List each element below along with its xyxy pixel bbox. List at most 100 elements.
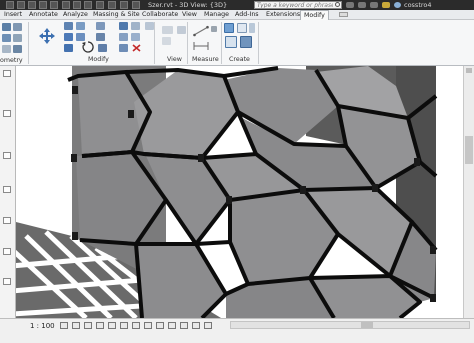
create-parts-icon[interactable] <box>237 23 247 33</box>
search-box[interactable] <box>254 1 342 9</box>
tab-add-ins[interactable]: Add-Ins <box>235 10 259 19</box>
ribbon-toggle-icon[interactable] <box>339 12 348 17</box>
close-windows-qat-icon[interactable] <box>120 1 128 9</box>
sun-path-icon[interactable] <box>84 322 92 329</box>
visual-style-icon[interactable] <box>72 322 80 329</box>
ribbon-tabs: Insert Annotate Analyze Massing & Site C… <box>0 10 474 20</box>
panel-expand-icon[interactable] <box>3 152 11 159</box>
panel-separator <box>221 22 222 64</box>
text-qat-icon[interactable] <box>73 1 81 9</box>
cut-icon[interactable] <box>2 23 11 31</box>
tab-massing-site[interactable]: Massing & Site <box>93 10 140 19</box>
highlight-displacement-icon[interactable] <box>204 322 212 329</box>
binoculars-icon[interactable] <box>346 2 354 8</box>
panel-close-icon[interactable] <box>3 70 11 77</box>
crop-view-icon[interactable] <box>120 322 128 329</box>
switch-windows-icon[interactable] <box>132 1 140 9</box>
section-qat-icon[interactable] <box>96 1 104 9</box>
panel-geometry-label: ometry <box>0 57 23 64</box>
create-assembly-icon[interactable] <box>224 23 234 33</box>
tab-insert[interactable]: Insert <box>4 10 22 19</box>
split-with-gap-icon[interactable] <box>119 44 128 52</box>
tab-extensions[interactable]: Extensions <box>266 10 300 19</box>
copy-icon[interactable] <box>64 44 73 52</box>
wall-joins-icon[interactable] <box>2 34 11 42</box>
hide-in-view-icon[interactable] <box>177 26 186 34</box>
scroll-up-icon[interactable] <box>466 68 472 73</box>
view-scale[interactable]: 1 : 100 <box>30 320 55 332</box>
3d-view-qat-icon[interactable] <box>84 1 92 9</box>
search-input[interactable] <box>257 2 333 8</box>
panel-separator <box>28 22 29 64</box>
split-element-icon[interactable] <box>96 33 105 41</box>
temporary-hide-icon[interactable] <box>156 322 164 329</box>
redo-icon[interactable] <box>39 1 47 9</box>
measure-dropdown-icon[interactable] <box>211 26 217 32</box>
vertical-scrollbar[interactable] <box>463 66 474 318</box>
undo-icon[interactable] <box>28 1 36 9</box>
tab-analyze[interactable]: Analyze <box>63 10 88 19</box>
print-icon[interactable] <box>50 1 58 9</box>
tab-modify[interactable]: Modify <box>300 10 329 20</box>
tab-manage[interactable]: Manage <box>204 10 229 19</box>
tab-view[interactable]: View <box>182 10 197 19</box>
shadows-icon[interactable] <box>96 322 104 329</box>
worksharing-display-icon[interactable] <box>180 322 188 329</box>
trim-extend-single-icon[interactable] <box>98 44 107 52</box>
user-name[interactable]: cosstro4 <box>404 0 432 10</box>
reveal-hidden-icon[interactable] <box>168 322 176 329</box>
unpin-icon[interactable] <box>131 33 140 41</box>
panel-expand-icon[interactable] <box>3 110 11 117</box>
split-face-icon[interactable] <box>13 34 22 42</box>
lock-3d-view-icon[interactable] <box>144 322 152 329</box>
render-icon[interactable] <box>108 322 116 329</box>
tab-collaborate[interactable]: Collaborate <box>142 10 178 19</box>
tab-annotate[interactable]: Annotate <box>29 10 58 19</box>
detail-level-icon[interactable] <box>60 322 68 329</box>
favorites-icon[interactable] <box>382 2 390 8</box>
save-icon[interactable] <box>17 1 25 9</box>
trim-extend-corner-icon[interactable] <box>96 22 105 30</box>
panel-close-icon[interactable] <box>3 217 11 224</box>
search-icon[interactable] <box>335 2 340 7</box>
thin-lines-qat-icon[interactable] <box>108 1 116 9</box>
show-crop-region-icon[interactable] <box>132 322 140 329</box>
pin-icon[interactable] <box>119 33 128 41</box>
override-graphics-icon[interactable] <box>162 26 173 34</box>
divide-part-icon[interactable] <box>240 36 252 48</box>
align-icon[interactable] <box>64 22 73 30</box>
measure-qat-icon[interactable] <box>62 1 70 9</box>
subscription-icon[interactable] <box>358 2 366 8</box>
move-icon[interactable] <box>38 27 56 45</box>
user-icon[interactable] <box>394 2 401 8</box>
panel-expand-icon[interactable] <box>3 248 11 255</box>
facade-model[interactable] <box>16 66 463 318</box>
view-control-bar: 1 : 100 <box>0 318 474 343</box>
linework-icon[interactable] <box>162 37 171 45</box>
panel-close-icon[interactable] <box>3 186 11 193</box>
create-group-icon[interactable] <box>249 23 255 33</box>
mirror-draw-axis-icon[interactable] <box>76 33 85 41</box>
analytical-model-icon[interactable] <box>192 322 200 329</box>
mirror-pick-axis-icon[interactable] <box>64 33 73 41</box>
delete-icon[interactable] <box>132 44 141 52</box>
match-type-icon[interactable] <box>145 22 154 30</box>
create-similar-icon[interactable] <box>225 36 237 48</box>
communication-icon[interactable] <box>370 2 378 8</box>
dimension-icon[interactable] <box>193 41 209 51</box>
scroll-thumb[interactable] <box>465 136 473 164</box>
offset-icon[interactable] <box>76 22 85 30</box>
join-icon[interactable] <box>13 23 22 31</box>
paint-icon[interactable] <box>2 45 11 53</box>
horizontal-scroll-thumb[interactable] <box>361 322 373 328</box>
drawing-area-3d-view[interactable] <box>16 66 463 318</box>
open-icon[interactable] <box>6 1 14 9</box>
panel-separator <box>187 22 188 64</box>
demolish-icon[interactable] <box>13 45 22 53</box>
measure-icon[interactable] <box>193 25 209 37</box>
horizontal-scrollbar[interactable] <box>230 321 470 329</box>
panel-expand-icon[interactable] <box>3 278 11 285</box>
rotate-icon[interactable] <box>82 41 94 53</box>
scale-icon[interactable] <box>131 22 140 30</box>
array-icon[interactable] <box>119 22 128 30</box>
